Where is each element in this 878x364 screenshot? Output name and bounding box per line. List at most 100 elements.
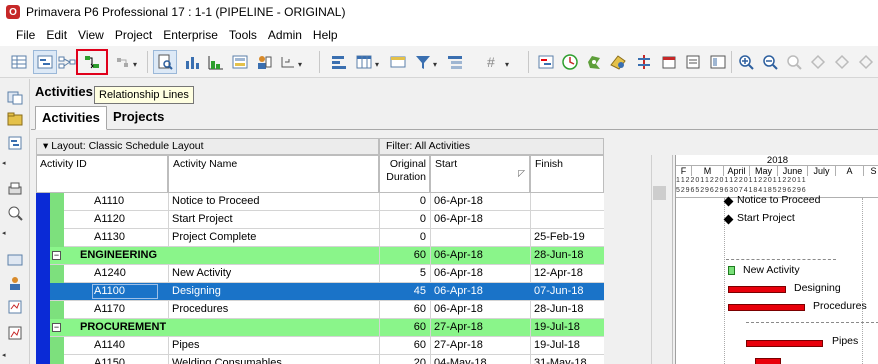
pane-splitter[interactable] — [672, 155, 673, 364]
more-dropdown-icon[interactable] — [279, 53, 297, 71]
wbs-row-engineering[interactable]: − ENGINEERING 60 06-Apr-18 28-Jun-18 — [36, 247, 604, 265]
reports-icon[interactable] — [7, 205, 23, 221]
chevron-down-icon[interactable]: ▾ — [433, 60, 437, 69]
chart-view-icon[interactable] — [7, 325, 23, 341]
menu-view[interactable]: View — [78, 28, 104, 42]
menu-project[interactable]: Project — [115, 28, 152, 42]
menu-bar: File Edit View Project Enterprise Tools … — [0, 24, 878, 46]
table-row[interactable]: A1130 Project Complete 0 25-Feb-19 — [36, 229, 604, 247]
projects-icon[interactable] — [7, 89, 23, 105]
chevron-down-icon[interactable]: ▾ — [298, 60, 302, 69]
gantt-icon[interactable] — [36, 53, 54, 71]
chevron-down-icon[interactable]: ▾ — [133, 60, 137, 69]
filter-label[interactable]: Filter: All Activities — [379, 138, 604, 155]
row-indicator — [50, 229, 64, 247]
collapse-icon[interactable]: − — [52, 323, 61, 332]
layout-icon[interactable] — [709, 53, 727, 71]
calendar-icon[interactable] — [660, 53, 678, 71]
activity-bar[interactable] — [746, 340, 823, 347]
collapse-icon[interactable]: − — [52, 251, 61, 260]
table-row[interactable]: A1110 Notice to Proceed 0 06-Apr-18 — [36, 193, 604, 211]
progress-spotlight-icon[interactable] — [609, 53, 627, 71]
expand-all-icon[interactable] — [809, 53, 827, 71]
activity-bar[interactable] — [728, 286, 786, 293]
zoom-out-icon[interactable] — [761, 53, 779, 71]
schedule-dropdown-icon[interactable] — [114, 53, 132, 71]
collapse-arrow-icon[interactable]: ◂ — [2, 351, 6, 359]
table-row-selected[interactable]: A1100 Designing 45 06-Apr-18 07-Jun-18 — [36, 283, 604, 301]
level-icon[interactable] — [561, 53, 579, 71]
details-icon[interactable] — [231, 53, 249, 71]
cell-activity-id: A1240 — [94, 267, 126, 279]
wbs-row-procurement[interactable]: − PROCUREMENT 60 27-Apr-18 19-Jul-18 — [36, 319, 604, 337]
store-period-icon[interactable] — [635, 53, 653, 71]
tracking-icon[interactable] — [7, 299, 23, 315]
menu-enterprise[interactable]: Enterprise — [163, 28, 218, 42]
collapse-arrow-icon[interactable]: ◂ — [2, 159, 6, 167]
timescale-month: July — [808, 166, 836, 176]
zoom-in-icon[interactable] — [737, 53, 755, 71]
table-row[interactable]: A1120 Start Project 0 06-Apr-18 — [36, 211, 604, 229]
activity-bar[interactable] — [728, 266, 735, 275]
table-icon[interactable] — [10, 53, 28, 71]
folder-icon[interactable] — [7, 251, 23, 267]
sort-icon[interactable]: # — [484, 53, 502, 71]
column-header-finish[interactable]: Finish — [530, 155, 604, 193]
cell-activity-name: Project Complete — [172, 231, 257, 243]
column-header-original-duration[interactable]: Original Duration — [379, 155, 430, 193]
collapse-all-icon[interactable] — [833, 53, 851, 71]
layout-selector[interactable]: ▾ Layout: Classic Schedule Layout — [36, 138, 379, 155]
activity-bar[interactable] — [755, 358, 781, 364]
diamond-icon[interactable] — [857, 53, 875, 71]
chevron-down-icon[interactable]: ▾ — [375, 60, 379, 69]
scrollbar-thumb[interactable] — [653, 186, 666, 200]
schedule-icon[interactable] — [537, 53, 555, 71]
row-indicator — [50, 211, 64, 229]
bars-icon[interactable] — [330, 53, 348, 71]
table-row[interactable]: A1140 Pipes 60 27-Apr-18 19-Jul-18 — [36, 337, 604, 355]
table-row[interactable]: A1150 Welding Consumables 20 04-May-18 3… — [36, 355, 604, 364]
filter-icon[interactable] — [414, 53, 432, 71]
resources-icon[interactable] — [7, 275, 23, 291]
menu-help[interactable]: Help — [313, 28, 338, 42]
chevron-down-icon[interactable]: ▾ — [505, 60, 509, 69]
print-preview-icon[interactable] — [156, 53, 174, 71]
bar-label: Notice to Proceed — [737, 194, 821, 206]
group-icon[interactable] — [446, 53, 464, 71]
row-indicator — [36, 265, 50, 283]
bar-chart-icon[interactable] — [183, 53, 201, 71]
toolbar-separator — [731, 51, 732, 73]
menu-admin[interactable]: Admin — [268, 28, 302, 42]
columns-icon[interactable] — [355, 53, 373, 71]
vertical-scrollbar[interactable] — [651, 155, 668, 364]
relationship-lines-icon[interactable] — [83, 53, 101, 71]
timescale-icon[interactable] — [389, 53, 407, 71]
column-header-activity-id[interactable]: Activity ID — [36, 155, 168, 193]
printer-icon[interactable] — [7, 181, 23, 197]
table-row[interactable]: A1240 New Activity 5 06-Apr-18 12-Apr-18 — [36, 265, 604, 283]
tab-projects[interactable]: Projects — [107, 106, 170, 130]
collapse-arrow-icon[interactable]: ◂ — [2, 229, 6, 237]
cell-activity-id: A1140 — [94, 339, 125, 351]
history-icon[interactable] — [684, 53, 702, 71]
menu-file[interactable]: File — [16, 28, 35, 42]
milestone-marker[interactable] — [723, 196, 734, 207]
menu-tools[interactable]: Tools — [229, 28, 257, 42]
activity-bar[interactable] — [728, 304, 805, 311]
table-row[interactable]: A1170 Procedures 60 06-Apr-18 28-Jun-18 — [36, 301, 604, 319]
cell-duration: 60 — [413, 339, 426, 351]
activities-icon[interactable] — [7, 135, 23, 151]
assign-icon[interactable] — [255, 53, 273, 71]
column-header-start[interactable]: Start ◸ — [430, 155, 530, 193]
histogram-icon[interactable] — [207, 53, 225, 71]
cell-finish: 25-Feb-19 — [534, 231, 585, 243]
network-icon[interactable] — [58, 53, 76, 71]
apply-actuals-icon[interactable] — [585, 53, 603, 71]
milestone-marker[interactable] — [723, 214, 734, 225]
zoom-fit-icon[interactable] — [785, 53, 803, 71]
column-header-activity-name[interactable]: Activity Name — [168, 155, 379, 193]
menu-edit[interactable]: Edit — [46, 28, 67, 42]
cell-duration: 20 — [413, 357, 426, 364]
tab-activities[interactable]: Activities — [35, 106, 107, 130]
wbs-icon[interactable] — [7, 111, 23, 127]
